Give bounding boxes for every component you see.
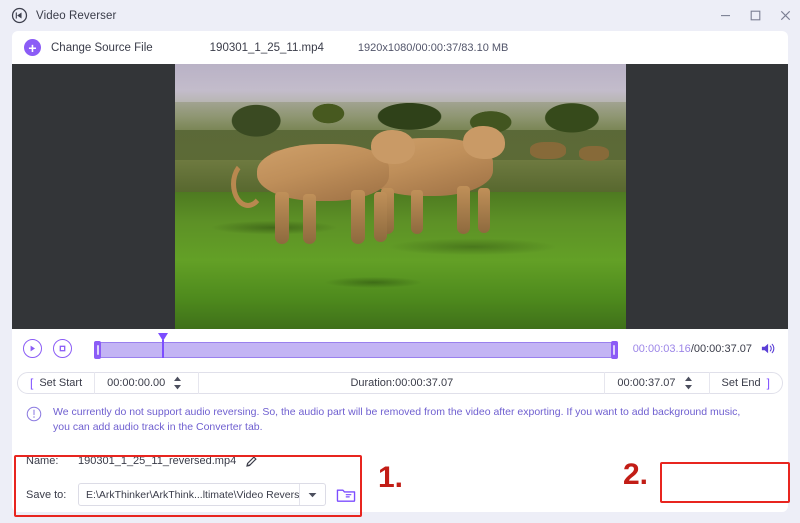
folder-icon[interactable]: [336, 486, 356, 503]
lion-right-leg: [410, 190, 423, 234]
save-path-input[interactable]: E:\ArkThinker\ArkThink...ltimate\Video R…: [78, 483, 326, 506]
source-bar: + Change Source File 190301_1_25_11.mp4 …: [12, 31, 788, 64]
lion-left-head: [370, 130, 415, 164]
audio-notice-text: We currently do not support audio revers…: [53, 406, 741, 434]
playhead-marker[interactable]: [158, 333, 169, 359]
lion-left-leg: [350, 190, 365, 244]
start-bracket-icon: [: [30, 375, 34, 390]
annotation-step-2: 2.: [623, 458, 649, 491]
total-time: 00:00:37.07: [693, 342, 752, 355]
window-controls: [710, 0, 800, 31]
lion-left-leg: [302, 194, 316, 244]
divider: [94, 371, 96, 394]
title-bar: Video Reverser: [0, 0, 800, 31]
chevron-down-icon[interactable]: [299, 484, 325, 505]
start-time-input[interactable]: 00:00:00.00: [107, 377, 165, 389]
timeline-track-area[interactable]: [94, 329, 618, 368]
output-path-row: Save to: E:\ArkThinker\ArkThink...ltimat…: [26, 482, 356, 508]
window-title: Video Reverser: [36, 9, 117, 22]
save-path-value: E:\ArkThinker\ArkThink...ltimate\Video R…: [86, 488, 300, 501]
trim-start-handle[interactable]: [94, 341, 101, 359]
output-file-name: 190301_1_25_11_reversed.mp4: [78, 454, 237, 467]
video-frame: [174, 64, 626, 329]
source-file-meta: 1920x1080/00:00:37/83.10 MB: [357, 41, 509, 54]
trim-bar: [ Set Start 00:00:00.00 Duration:00:00:3…: [17, 371, 783, 394]
change-source-file-button[interactable]: Change Source File: [51, 42, 153, 54]
output-fields: Name: 190301_1_25_11_reversed.mp4 Save t…: [26, 448, 356, 508]
lion-left-leg: [373, 192, 387, 242]
set-start-button[interactable]: Set Start: [39, 377, 82, 389]
source-file-name: 190301_1_25_11.mp4: [209, 41, 324, 54]
output-name-row: Name: 190301_1_25_11_reversed.mp4: [26, 448, 356, 474]
timeline-selection: [96, 343, 616, 357]
minimize-button[interactable]: [710, 0, 740, 31]
lion-left-leg: [274, 192, 289, 244]
trim-row-wrapper: [ Set Start 00:00:00.00 Duration:00:00:3…: [12, 368, 788, 397]
divider: [604, 371, 606, 394]
spinner-arrows-icon[interactable]: [173, 376, 182, 390]
time-readout: 00:00:03.16/00:00:37.07: [633, 343, 752, 355]
divider: [708, 371, 710, 394]
pencil-icon[interactable]: [245, 455, 257, 467]
audio-notice: We currently do not support audio revers…: [12, 397, 788, 443]
volume-icon[interactable]: [761, 341, 777, 356]
antelope-background: [529, 142, 566, 159]
maximize-button[interactable]: [740, 0, 770, 31]
video-reverser-window: Video Reverser + Change Source File 1903…: [0, 0, 800, 523]
duration-label: Duration:00:00:37.07: [350, 376, 454, 389]
end-time-input[interactable]: 00:00:37.07: [617, 377, 675, 389]
stop-circle-icon[interactable]: [53, 339, 72, 358]
end-bracket-icon: ]: [766, 375, 770, 390]
plus-circle-icon[interactable]: +: [24, 39, 41, 56]
current-time: 00:00:03.16: [632, 342, 691, 355]
player-controls: 00:00:03.16/00:00:37.07: [12, 329, 788, 368]
grass-region: [174, 192, 626, 329]
trim-end-handle[interactable]: [610, 341, 618, 359]
lion-right-leg: [456, 186, 470, 234]
lion-tail: [230, 160, 265, 208]
set-end-button[interactable]: Set End: [722, 377, 761, 389]
name-label: Name:: [26, 454, 59, 467]
divider: [198, 371, 200, 394]
save-to-label: Save to:: [26, 488, 67, 501]
info-circle-icon: [26, 406, 42, 422]
lion-right-leg: [477, 188, 490, 233]
timeline-track[interactable]: [95, 342, 617, 358]
play-circle-icon[interactable]: [23, 339, 42, 358]
source-bar-wrapper: + Change Source File 190301_1_25_11.mp4 …: [0, 31, 800, 64]
lion-right-head: [462, 126, 505, 159]
spinner-arrows-icon[interactable]: [684, 376, 693, 390]
antelope-background: [578, 146, 609, 161]
close-button[interactable]: [770, 0, 800, 31]
reverse-circle-icon: [11, 7, 28, 24]
video-preview[interactable]: [12, 64, 788, 329]
annotation-step-1: 1.: [378, 461, 404, 494]
